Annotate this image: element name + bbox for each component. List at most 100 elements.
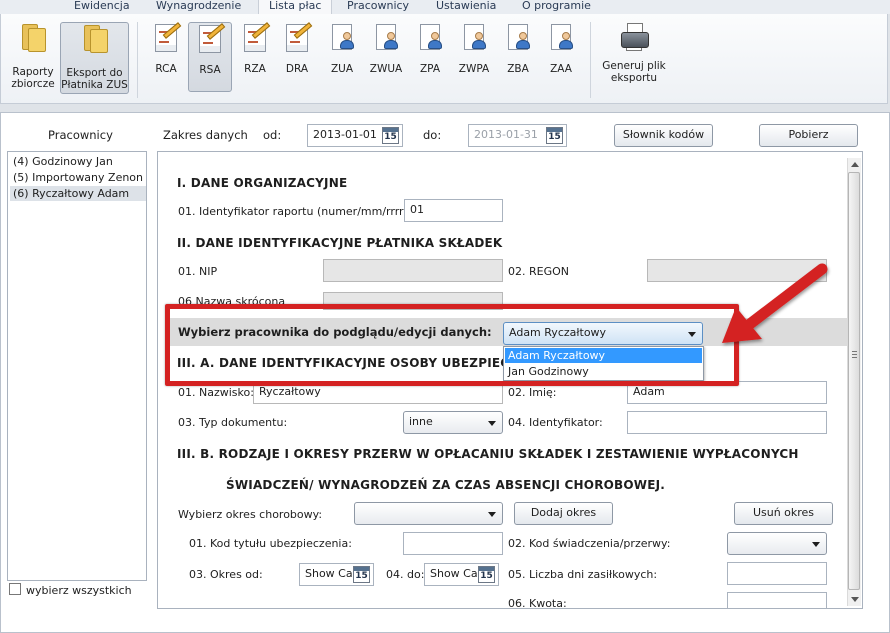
menu-ustawienia[interactable]: Ustawienia bbox=[436, 0, 496, 13]
document-edit-icon bbox=[152, 22, 182, 52]
raporty-zbiorcze-label-line1: Raporty bbox=[12, 66, 54, 78]
zua-button[interactable]: ZUA bbox=[323, 22, 361, 90]
period-to-label: 04. do: bbox=[386, 568, 425, 581]
benefit-code-select[interactable] bbox=[727, 532, 827, 555]
eksport-label-line2: Płatnika ZUS bbox=[61, 79, 128, 91]
document-edit-icon bbox=[241, 22, 271, 52]
employee-list-item[interactable]: (5) Importowany Zenon bbox=[10, 170, 146, 185]
date-to-input[interactable]: 2013-01-31 15 bbox=[468, 124, 567, 147]
report-id-input[interactable]: 01 bbox=[404, 199, 503, 222]
employee-list: (4) Godzinowy Jan (5) Importowany Zenon … bbox=[7, 151, 147, 581]
document-edit-icon bbox=[196, 23, 226, 53]
chevron-down-icon bbox=[812, 542, 820, 547]
menu-o-programie[interactable]: O programie bbox=[522, 0, 591, 13]
calendar-icon[interactable]: 15 bbox=[478, 566, 495, 583]
zwua-button[interactable]: ZWUA bbox=[364, 22, 408, 90]
nip-label: 01. NIP bbox=[178, 265, 218, 278]
menu-ewidencja[interactable]: Ewidencja bbox=[74, 0, 130, 13]
rza-button[interactable]: RZA bbox=[236, 22, 274, 90]
add-period-button[interactable]: Dodaj okres bbox=[514, 502, 613, 525]
eksport-platnik-button[interactable]: Eksport do Płatnika ZUS bbox=[60, 22, 129, 94]
range-label: Zakres danych bbox=[163, 128, 248, 142]
doc-type-select[interactable]: inne bbox=[403, 411, 503, 434]
document-edit-icon bbox=[283, 22, 313, 52]
sick-period-select[interactable] bbox=[354, 502, 503, 525]
section-przerwy-line2: ŚWIADCZEŃ/ WYNAGRODZEŃ ZA CZAS ABSENCJI … bbox=[226, 478, 666, 492]
scroll-down-icon[interactable] bbox=[851, 597, 859, 602]
insurance-code-label: 01. Kod tytułu ubezpieczenia: bbox=[189, 537, 352, 550]
person-document-icon bbox=[547, 22, 575, 52]
report-id-label: 01. Identyfikator raportu (numer/mm/rrrr… bbox=[178, 205, 408, 218]
nip-input[interactable] bbox=[323, 259, 503, 282]
days-label: 05. Liczba dni zasiłkowych: bbox=[508, 568, 658, 581]
insurance-code-input[interactable] bbox=[403, 532, 503, 555]
benefit-code-label: 02. Kod świadczenia/przerwy: bbox=[508, 537, 671, 550]
person-document-icon bbox=[328, 22, 356, 52]
person-document-icon bbox=[372, 22, 400, 52]
scrollbar-thumb[interactable] bbox=[848, 172, 860, 590]
regon-label: 02. REGON bbox=[508, 265, 569, 278]
fetch-button[interactable]: Pobierz bbox=[759, 124, 858, 147]
date-from-value: 2013-01-01 bbox=[313, 128, 377, 141]
generuj-plik-button[interactable]: Generuj plik eksportu bbox=[599, 22, 669, 94]
to-label: do: bbox=[423, 128, 442, 142]
amount-label: 06. Kwota: bbox=[508, 597, 567, 610]
raporty-zbiorcze-button[interactable]: Raporty zbiorcze bbox=[8, 22, 58, 90]
select-all-checkbox[interactable] bbox=[9, 583, 21, 595]
calendar-icon[interactable]: 15 bbox=[382, 127, 399, 144]
calendar-icon[interactable]: 15 bbox=[353, 566, 370, 583]
from-label: od: bbox=[263, 128, 282, 142]
zpa-button[interactable]: ZPA bbox=[411, 22, 449, 90]
rsa-button[interactable]: RSA bbox=[188, 22, 232, 92]
amount-input[interactable] bbox=[727, 592, 827, 608]
ribbon-separator bbox=[137, 22, 138, 98]
dra-label: DRA bbox=[285, 63, 309, 75]
scroll-up-icon[interactable] bbox=[851, 162, 859, 167]
zba-button[interactable]: ZBA bbox=[499, 22, 537, 90]
chevron-down-icon bbox=[488, 512, 496, 517]
doc-type-label: 03. Typ dokumentu: bbox=[178, 416, 288, 429]
zpa-label: ZPA bbox=[419, 63, 441, 75]
identifier-label: 04. Identyfikator: bbox=[508, 416, 603, 429]
sick-period-label: Wybierz okres chorobowy: bbox=[178, 508, 323, 521]
annotation-box bbox=[165, 304, 739, 386]
select-all-label: wybierz wszystkich bbox=[26, 584, 132, 597]
date-from-input[interactable]: 2013-01-01 15 bbox=[307, 124, 403, 147]
chevron-down-icon bbox=[488, 421, 496, 426]
section-dane-platnika: II. DANE IDENTYFIKACYJNE PŁATNIKA SKŁADE… bbox=[177, 236, 503, 250]
rca-button[interactable]: RCA bbox=[147, 22, 185, 90]
zaa-label: ZAA bbox=[550, 63, 572, 75]
employee-list-item-selected[interactable]: (6) Ryczałtowy Adam bbox=[10, 186, 146, 201]
dra-button[interactable]: DRA bbox=[278, 22, 316, 90]
menu-lista-plac[interactable]: Lista płac bbox=[258, 0, 333, 14]
employee-list-item[interactable]: (4) Godzinowy Jan bbox=[10, 154, 146, 169]
zua-label: ZUA bbox=[330, 63, 354, 75]
identifier-input[interactable] bbox=[627, 411, 827, 434]
rsa-label: RSA bbox=[199, 64, 221, 76]
ribbon: Raporty zbiorcze Eksport do Płatnika ZUS… bbox=[0, 14, 888, 104]
section-dane-organizacyjne: I. DANE ORGANIZACYJNE bbox=[177, 176, 348, 190]
folder-icon bbox=[20, 22, 46, 52]
calendar-icon[interactable]: 15 bbox=[546, 127, 563, 144]
zwpa-button[interactable]: ZWPA bbox=[452, 22, 496, 90]
dictionary-button[interactable]: Słownik kodów bbox=[614, 124, 713, 147]
period-to-value: Show Ca bbox=[430, 567, 478, 580]
days-input[interactable] bbox=[727, 562, 827, 585]
annotation-arrow-icon bbox=[722, 263, 828, 343]
section-przerwy-line1: III. B. RODZAJE I OKRESY PRZERW W OPŁACA… bbox=[177, 447, 799, 461]
printer-icon bbox=[619, 22, 649, 52]
period-from-input[interactable]: Show Ca 15 bbox=[299, 563, 374, 586]
firstname-label: 02. Imię: bbox=[508, 386, 557, 399]
person-document-icon bbox=[416, 22, 444, 52]
employees-title: Pracownicy bbox=[48, 128, 113, 142]
menu-wynagrodzenie[interactable]: Wynagrodzenie bbox=[156, 0, 241, 13]
menu-bar: Ewidencja Wynagrodzenie Lista płac Praco… bbox=[0, 0, 890, 14]
period-to-input[interactable]: Show Ca 15 bbox=[424, 563, 499, 586]
eksport-label-line1: Eksport do bbox=[66, 67, 123, 79]
period-from-label: 03. Okres od: bbox=[189, 568, 263, 581]
rca-label: RCA bbox=[155, 63, 177, 75]
remove-period-button[interactable]: Usuń okres bbox=[734, 502, 833, 525]
zaa-button[interactable]: ZAA bbox=[542, 22, 580, 90]
period-from-value: Show Ca bbox=[305, 567, 353, 580]
menu-pracownicy[interactable]: Pracownicy bbox=[347, 0, 409, 13]
